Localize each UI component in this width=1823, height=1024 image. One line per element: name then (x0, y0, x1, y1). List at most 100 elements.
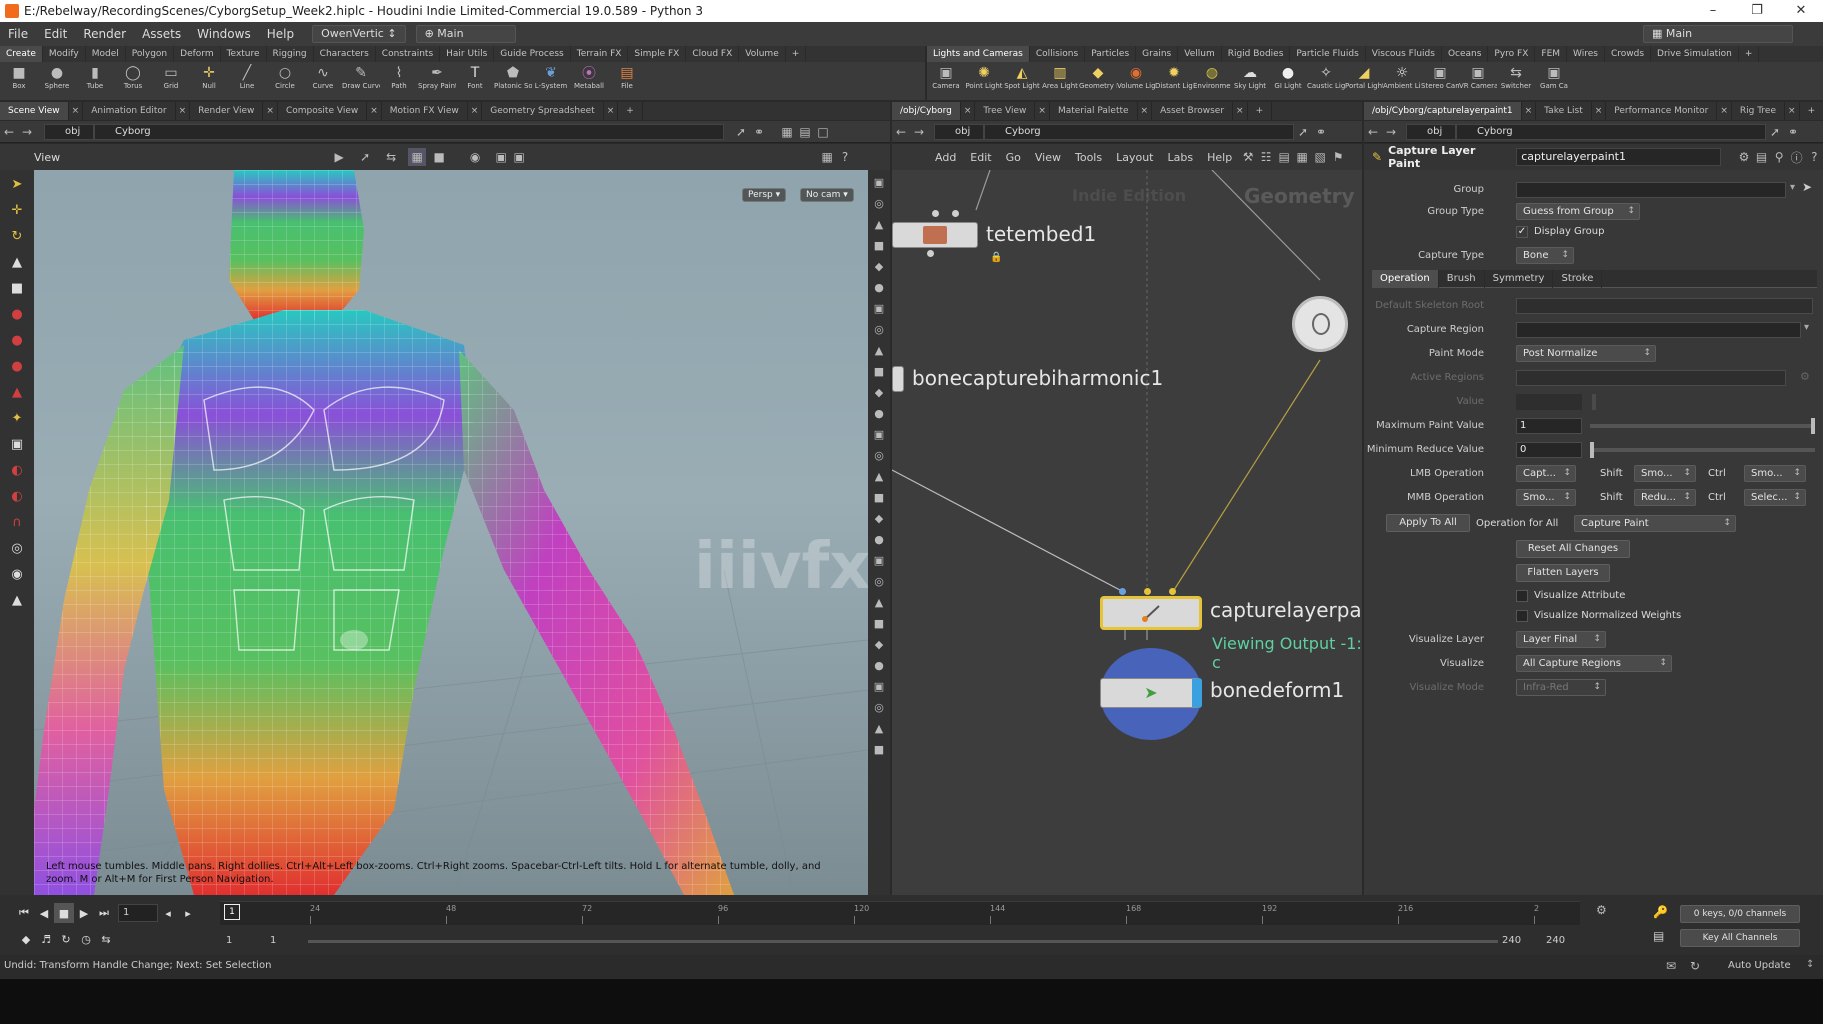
vis-layer-dropdown[interactable]: Layer Final (1516, 631, 1606, 648)
display-option-icon[interactable]: ■ (870, 488, 888, 506)
prev-key-icon[interactable]: ◂ (158, 903, 178, 923)
param-search-icon[interactable]: ⚲ (1770, 148, 1788, 166)
chat-icon[interactable]: ✉ (1666, 959, 1676, 973)
group-field[interactable] (1516, 182, 1786, 198)
snap-icon[interactable]: ⇆ (382, 148, 400, 166)
path-obj[interactable]: obj (44, 123, 94, 140)
display-option-icon[interactable]: ◆ (870, 635, 888, 653)
net-menu-labs[interactable]: Labs (1161, 151, 1201, 164)
param-link-icon[interactable]: ⚭ (1784, 123, 1802, 141)
shelf-tool-sky-light[interactable]: ☁ Sky Light (1231, 62, 1269, 100)
tetembed-input-dot-2[interactable] (952, 210, 959, 217)
persp-menu[interactable]: Persp ▾ (742, 188, 787, 202)
display-option-icon[interactable]: ◆ (870, 509, 888, 527)
shelf-tool-stereo-camera[interactable]: ▣Stereo Camera (1421, 62, 1459, 100)
shelf-tab-pyro-fx[interactable]: Pyro FX (1488, 46, 1536, 62)
vp-help-icon[interactable]: ? (836, 148, 854, 166)
param-back-icon[interactable]: ← (1364, 123, 1382, 141)
capture-type-dropdown[interactable]: Bone (1516, 247, 1574, 264)
viewport-3d[interactable]: Persp ▾ No cam ▾ iiivfx.com Left mouse t… (34, 170, 868, 895)
lmb-ctrl-dropdown[interactable]: Smo... (1744, 465, 1806, 482)
node-tetembed1[interactable] (892, 222, 978, 248)
camera-view-icon[interactable]: ▣ (492, 148, 510, 166)
display-option-icon[interactable]: ◆ (870, 257, 888, 275)
auto-update-dropdown-icon[interactable]: ↕ (1806, 959, 1814, 970)
forward-icon[interactable]: → (18, 123, 36, 141)
tl-realtime-icon[interactable]: ◷ (76, 929, 96, 949)
display-option-icon[interactable]: ▲ (870, 719, 888, 737)
desktop-selector[interactable]: OwenVertic ↕ (312, 25, 406, 43)
shelf-tool-switcher[interactable]: ⇆ Switcher (1497, 62, 1535, 100)
display-option-icon[interactable]: ◎ (870, 572, 888, 590)
shelf-tab-particles[interactable]: Particles (1085, 46, 1137, 62)
shelf-tool-point-light[interactable]: ✺ Point Light (965, 62, 1003, 100)
pane-tab-2[interactable]: Render View (190, 102, 264, 120)
help-doc-icon[interactable]: ▤ (1753, 148, 1771, 166)
min-reduce-slider[interactable] (1590, 448, 1815, 452)
net-bookmark-icon[interactable]: ⚑ (1329, 148, 1347, 166)
pointer-icon[interactable]: ▲ (5, 250, 29, 274)
display-option-icon[interactable]: ◎ (870, 446, 888, 464)
pane-tab-5[interactable]: Geometry Spreadsheet (482, 102, 604, 120)
pane-tab-close-icon[interactable]: × (176, 102, 191, 120)
close-icon[interactable]: ✕ (1779, 0, 1823, 22)
keys-channels-display[interactable]: 0 keys, 0/0 channels (1680, 905, 1800, 923)
shelf-tool-tube[interactable]: ▮ Tube (76, 62, 114, 100)
pane-tab-close-icon[interactable]: × (1785, 102, 1800, 120)
shelf-tab-rigid-bodies[interactable]: Rigid Bodies (1222, 46, 1291, 62)
param-tab-brush[interactable]: Brush (1439, 269, 1485, 288)
node-bonecapturebiharmonic1[interactable] (892, 366, 904, 392)
display-option-icon[interactable]: ◎ (870, 320, 888, 338)
shelf-tool-volume-light[interactable]: ◉Volume Light (1117, 62, 1155, 100)
net-grid-icon[interactable]: ▦ (1293, 148, 1311, 166)
shelf-tool-camera[interactable]: ▣ Camera (927, 62, 965, 100)
shelf-tool-box[interactable]: ■ Box (0, 62, 38, 100)
tl-key-icon[interactable]: ◆ (16, 929, 36, 949)
net-path-node[interactable]: Cyborg (984, 123, 1294, 140)
net-back-icon[interactable]: ← (892, 123, 910, 141)
shelf-tool-grid[interactable]: ▭ Grid (152, 62, 190, 100)
shelf-tool-vr-camera[interactable]: ▣ VR Camera (1459, 62, 1497, 100)
display-option-icon[interactable]: ▲ (870, 215, 888, 233)
shelf-tab-polygon[interactable]: Polygon (126, 46, 175, 62)
add-pane-tab-icon[interactable]: + (618, 102, 643, 120)
frame-ruler[interactable]: 1 24 48 72 96 120 144 168 192 216 2 (220, 901, 1580, 925)
end-frame[interactable]: 240 (1502, 935, 1521, 946)
net-link-icon[interactable]: ⚭ (1312, 123, 1330, 141)
paint-input-dot-2[interactable] (1144, 588, 1151, 595)
shelf-tool-gi-light[interactable]: ● GI Light (1269, 62, 1307, 100)
pin-tool-icon[interactable]: ▲ (5, 588, 29, 612)
add-shelf-tab-icon[interactable]: + (1739, 46, 1760, 62)
shelf-tool-spot-light[interactable]: ◭ Spot Light (1003, 62, 1041, 100)
capture-region-dropdown-icon[interactable]: ▾ (1804, 322, 1809, 333)
key-icon[interactable]: 🔑 (1653, 905, 1668, 919)
channel-list-icon[interactable]: ▤ (1653, 929, 1664, 943)
jump-start-icon[interactable]: ⏮ (14, 903, 34, 923)
auto-update-label[interactable]: Auto Update (1728, 960, 1791, 971)
shelf-tab-deform[interactable]: Deform (174, 46, 221, 62)
lock-icon[interactable]: ■ (5, 276, 29, 300)
pane-tab-1[interactable]: Animation Editor (83, 102, 176, 120)
shelf-tab-hair-utils[interactable]: Hair Utils (440, 46, 495, 62)
pane-tab-2[interactable]: Material Palette (1050, 102, 1138, 120)
brush-icon[interactable]: ● (5, 302, 29, 326)
play-icon[interactable]: ▶ (74, 903, 94, 923)
pane-tab-close-icon[interactable]: × (367, 102, 382, 120)
net-menu-edit[interactable]: Edit (963, 151, 998, 164)
eraser-icon[interactable]: ● (5, 354, 29, 378)
display-option-icon[interactable]: ■ (870, 740, 888, 758)
shelf-tool-curve[interactable]: ∿ Curve (304, 62, 342, 100)
display-option-icon[interactable]: ▣ (870, 551, 888, 569)
lmb-shift-dropdown[interactable]: Smo... (1634, 465, 1696, 482)
link-icon[interactable]: ⚭ (750, 123, 768, 141)
shelf-tab-grains[interactable]: Grains (1136, 46, 1179, 62)
pane-tab-close-icon[interactable]: × (1592, 102, 1607, 120)
pane-tab-close-icon[interactable]: × (69, 102, 84, 120)
apply-to-all-button[interactable]: Apply To All (1386, 514, 1470, 532)
display-option-icon[interactable]: ■ (870, 236, 888, 254)
display-option-icon[interactable]: ◆ (870, 383, 888, 401)
shelf-tool-metaball[interactable]: ⦿ Metaball (570, 62, 608, 100)
shelf-tool-spray-paint[interactable]: ✒ Spray Paint (418, 62, 456, 100)
select-icon[interactable]: ➤ (5, 172, 29, 196)
rotate-icon[interactable]: ↻ (5, 224, 29, 248)
